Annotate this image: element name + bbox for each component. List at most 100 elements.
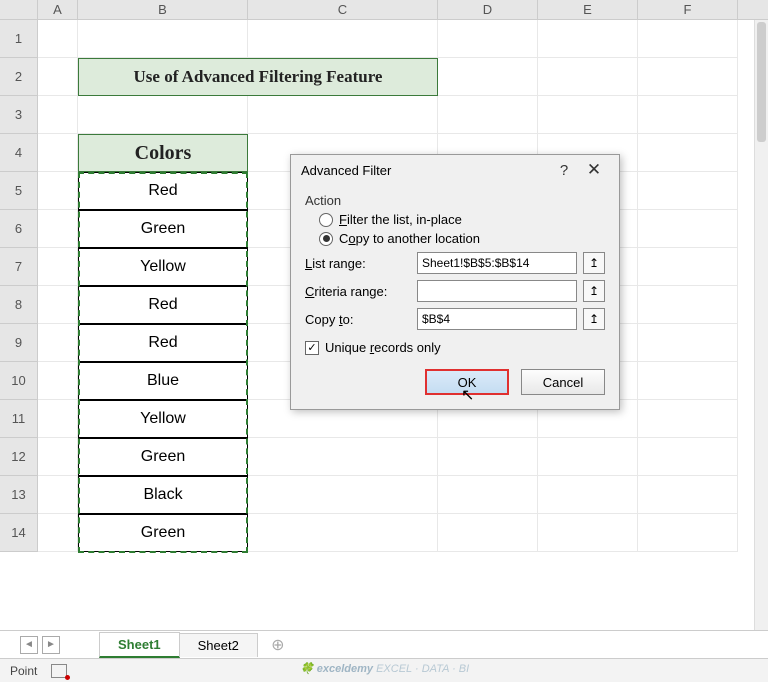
cell-B1[interactable] <box>78 20 248 58</box>
cell-A6[interactable] <box>38 210 78 248</box>
cell-A2[interactable] <box>38 58 78 96</box>
radio-filter-in-place[interactable]: Filter the list, in-place <box>319 212 605 227</box>
cell-A12[interactable] <box>38 438 78 476</box>
cell-F6[interactable] <box>638 210 738 248</box>
row-header-1[interactable]: 1 <box>0 20 38 58</box>
row-header-3[interactable]: 3 <box>0 96 38 134</box>
help-button[interactable]: ? <box>549 162 579 179</box>
tab-nav-prev[interactable]: ◄ <box>20 636 38 654</box>
row-header-9[interactable]: 9 <box>0 324 38 362</box>
cell-E2[interactable] <box>538 58 638 96</box>
cell-F3[interactable] <box>638 96 738 134</box>
cell-A5[interactable] <box>38 172 78 210</box>
cell-B8[interactable]: Red <box>78 286 248 324</box>
cell-C12[interactable] <box>248 438 438 476</box>
tab-sheet2[interactable]: Sheet2 <box>179 633 258 657</box>
cell-D3[interactable] <box>438 96 538 134</box>
row-header-14[interactable]: 14 <box>0 514 38 552</box>
cell-B12[interactable]: Green <box>78 438 248 476</box>
row-header-12[interactable]: 12 <box>0 438 38 476</box>
cell-C14[interactable] <box>248 514 438 552</box>
cell-F13[interactable] <box>638 476 738 514</box>
copy-to-input[interactable]: $B$4 <box>417 308 577 330</box>
list-range-input[interactable]: Sheet1!$B$5:$B$14 <box>417 252 577 274</box>
cell-B10[interactable]: Blue <box>78 362 248 400</box>
cell-D14[interactable] <box>438 514 538 552</box>
row-header-11[interactable]: 11 <box>0 400 38 438</box>
row-header-7[interactable]: 7 <box>0 248 38 286</box>
row-header-4[interactable]: 4 <box>0 134 38 172</box>
cell-D13[interactable] <box>438 476 538 514</box>
cell-A4[interactable] <box>38 134 78 172</box>
cell-A7[interactable] <box>38 248 78 286</box>
tab-nav-next[interactable]: ► <box>42 636 60 654</box>
cell-A10[interactable] <box>38 362 78 400</box>
cell-D12[interactable] <box>438 438 538 476</box>
cell-A11[interactable] <box>38 400 78 438</box>
cell-B6[interactable]: Green <box>78 210 248 248</box>
cell-D1[interactable] <box>438 20 538 58</box>
cell-B7[interactable]: Yellow <box>78 248 248 286</box>
row-header-10[interactable]: 10 <box>0 362 38 400</box>
cell-A1[interactable] <box>38 20 78 58</box>
cell-C13[interactable] <box>248 476 438 514</box>
copy-to-ref-button[interactable]: ↥ <box>583 308 605 330</box>
cell-B13[interactable]: Black <box>78 476 248 514</box>
row-header-8[interactable]: 8 <box>0 286 38 324</box>
radio-copy-location[interactable]: Copy to another location <box>319 231 605 246</box>
close-button[interactable]: ✕ <box>579 160 609 180</box>
unique-records-checkbox[interactable]: ✓ Unique records only <box>305 340 605 355</box>
row-header-5[interactable]: 5 <box>0 172 38 210</box>
cell-F11[interactable] <box>638 400 738 438</box>
select-all-corner[interactable] <box>0 0 38 19</box>
cell-E12[interactable] <box>538 438 638 476</box>
cell-B14[interactable]: Green <box>78 514 248 552</box>
cell-E1[interactable] <box>538 20 638 58</box>
tab-sheet1[interactable]: Sheet1 <box>99 632 180 658</box>
cell-F8[interactable] <box>638 286 738 324</box>
cell-C1[interactable] <box>248 20 438 58</box>
cell-F9[interactable] <box>638 324 738 362</box>
cell-A8[interactable] <box>38 286 78 324</box>
row-header-6[interactable]: 6 <box>0 210 38 248</box>
cell-A14[interactable] <box>38 514 78 552</box>
cell-D2[interactable] <box>438 58 538 96</box>
add-sheet-button[interactable]: ⊕ <box>266 635 290 655</box>
cell-B2[interactable]: Use of Advanced Filtering Feature <box>78 58 438 96</box>
macro-record-icon[interactable] <box>51 664 67 678</box>
row-header-2[interactable]: 2 <box>0 58 38 96</box>
row-header-13[interactable]: 13 <box>0 476 38 514</box>
vertical-scrollbar[interactable] <box>754 20 768 636</box>
cell-B5[interactable]: Red <box>78 172 248 210</box>
col-header-d[interactable]: D <box>438 0 538 19</box>
criteria-range-input[interactable] <box>417 280 577 302</box>
cell-F7[interactable] <box>638 248 738 286</box>
ok-button[interactable]: OK <box>425 369 509 395</box>
cell-E14[interactable] <box>538 514 638 552</box>
cell-F12[interactable] <box>638 438 738 476</box>
cell-B11[interactable]: Yellow <box>78 400 248 438</box>
col-header-e[interactable]: E <box>538 0 638 19</box>
cell-F4[interactable] <box>638 134 738 172</box>
cell-F5[interactable] <box>638 172 738 210</box>
col-header-f[interactable]: F <box>638 0 738 19</box>
cell-B3[interactable] <box>78 96 248 134</box>
cell-A3[interactable] <box>38 96 78 134</box>
cell-A13[interactable] <box>38 476 78 514</box>
cell-F10[interactable] <box>638 362 738 400</box>
cell-C3[interactable] <box>248 96 438 134</box>
criteria-range-ref-button[interactable]: ↥ <box>583 280 605 302</box>
cell-B4[interactable]: Colors <box>78 134 248 172</box>
cell-E3[interactable] <box>538 96 638 134</box>
cell-F1[interactable] <box>638 20 738 58</box>
cell-F14[interactable] <box>638 514 738 552</box>
cell-B9[interactable]: Red <box>78 324 248 362</box>
cell-F2[interactable] <box>638 58 738 96</box>
col-header-a[interactable]: A <box>38 0 78 19</box>
cell-A9[interactable] <box>38 324 78 362</box>
col-header-b[interactable]: B <box>78 0 248 19</box>
list-range-ref-button[interactable]: ↥ <box>583 252 605 274</box>
cell-E13[interactable] <box>538 476 638 514</box>
cancel-button[interactable]: Cancel <box>521 369 605 395</box>
col-header-c[interactable]: C <box>248 0 438 19</box>
